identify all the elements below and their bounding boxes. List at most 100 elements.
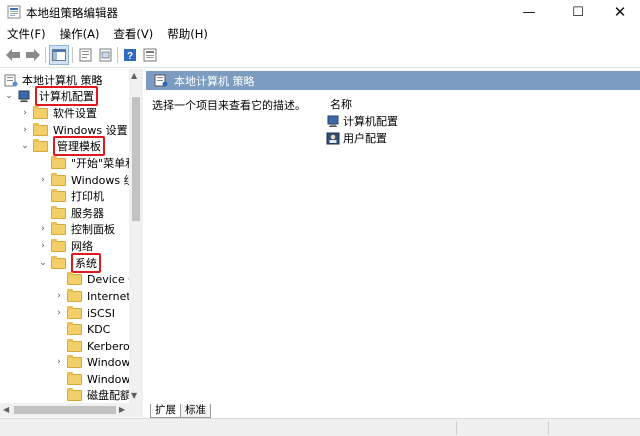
tree-vertical-scrollbar[interactable]: ▲ ▼ xyxy=(129,69,143,404)
menu-view[interactable]: 查看(V) xyxy=(106,24,160,42)
tree-item-computer-config[interactable]: ⌄ 计算机配置 xyxy=(4,86,98,106)
folder-icon xyxy=(67,288,82,302)
menu-bar: 文件(F) 操作(A) 查看(V) 帮助(H) xyxy=(0,24,640,42)
menu-help[interactable]: 帮助(H) xyxy=(160,24,215,42)
chevron-right-icon[interactable]: › xyxy=(54,288,64,304)
folder-icon xyxy=(51,172,66,186)
status-divider xyxy=(548,421,549,435)
folder-icon xyxy=(51,205,66,219)
chevron-down-icon[interactable]: ⌄ xyxy=(38,255,48,271)
folder-icon xyxy=(67,305,82,319)
folder-icon xyxy=(67,387,82,401)
status-divider xyxy=(456,421,457,435)
tree-item-printers[interactable]: 打印机 xyxy=(51,188,104,204)
chevron-right-icon[interactable]: › xyxy=(20,122,30,138)
tree-item-label: 控制面板 xyxy=(71,223,115,236)
chevron-right-icon[interactable]: › xyxy=(38,238,48,254)
scroll-up-arrow-icon[interactable]: ▲ xyxy=(131,71,137,80)
tree-item-system[interactable]: ⌄ 系统 xyxy=(38,253,101,273)
back-button[interactable] xyxy=(3,45,23,65)
tree-item-label: iSCSI xyxy=(87,306,115,320)
folder-icon xyxy=(33,122,48,136)
scroll-down-arrow-icon[interactable]: ▼ xyxy=(131,391,137,400)
menu-action[interactable]: 操作(A) xyxy=(53,24,107,42)
tree-item-disk-quota[interactable]: 磁盘配额 xyxy=(67,387,131,403)
help-button[interactable]: ? xyxy=(120,45,140,65)
tree-item-windows-1[interactable]: › Windows xyxy=(54,354,136,370)
tree-item-iscsi[interactable]: › iSCSI xyxy=(54,305,115,321)
tab-extended[interactable]: 扩展 xyxy=(150,404,181,418)
chevron-right-icon[interactable]: › xyxy=(20,105,30,121)
tree-item-software-settings[interactable]: › 软件设置 xyxy=(20,105,97,121)
tree-item-windows-2[interactable]: Windows xyxy=(67,371,136,387)
tree-item-control-panel[interactable]: › 控制面板 xyxy=(38,221,115,237)
tree-item-admin-templates[interactable]: ⌄ 管理模板 xyxy=(20,136,105,156)
list-item-label: 计算机配置 xyxy=(343,115,398,128)
properties-button[interactable] xyxy=(76,45,96,65)
status-bar xyxy=(0,418,640,436)
menu-file[interactable]: 文件(F) xyxy=(0,24,53,42)
folder-icon xyxy=(51,238,66,252)
tree-item-label: KDC xyxy=(87,322,111,336)
tree-item-network[interactable]: › 网络 xyxy=(38,238,93,254)
filter-button[interactable] xyxy=(140,45,160,65)
chevron-down-icon[interactable]: ⌄ xyxy=(20,138,30,154)
view-tabs: 扩展 标准 xyxy=(146,404,640,418)
properties-icon xyxy=(79,48,92,62)
folder-icon xyxy=(51,188,66,202)
scroll-right-arrow-icon[interactable]: ▶ xyxy=(119,405,125,414)
tree-item-label: 网络 xyxy=(71,240,93,253)
toolbar: ? xyxy=(0,42,640,68)
folder-icon xyxy=(51,255,66,269)
gpedit-app-icon xyxy=(7,5,21,19)
maximize-button[interactable]: ☐ xyxy=(555,0,601,24)
window-title: 本地组策略编辑器 xyxy=(26,6,118,20)
svg-text:?: ? xyxy=(127,51,133,62)
chevron-right-icon[interactable]: › xyxy=(54,354,64,370)
list-item-label: 用户配置 xyxy=(343,132,387,145)
description-text: 选择一个项目来查看它的描述。 xyxy=(152,99,306,112)
computer-icon xyxy=(18,90,30,102)
title-bar: 本地组策略编辑器 — ☐ ✕ xyxy=(0,0,640,24)
minimize-button[interactable]: — xyxy=(506,0,552,24)
column-header-name[interactable]: 名称 xyxy=(330,96,352,112)
folder-icon xyxy=(67,354,82,368)
folder-icon xyxy=(67,371,82,385)
folder-icon xyxy=(33,105,48,119)
chevron-right-icon[interactable]: › xyxy=(38,172,48,188)
chevron-right-icon[interactable]: › xyxy=(54,305,64,321)
folder-icon xyxy=(33,138,48,152)
scroll-left-arrow-icon[interactable]: ◀ xyxy=(3,405,9,414)
folder-icon xyxy=(67,321,82,335)
show-hide-tree-button[interactable] xyxy=(49,45,69,65)
tree-item-windows-components[interactable]: › Windows 组件 xyxy=(38,172,142,188)
folder-icon xyxy=(67,271,82,285)
scroll-thumb[interactable] xyxy=(14,406,116,414)
close-button[interactable]: ✕ xyxy=(597,0,640,24)
export-list-icon xyxy=(99,48,112,62)
tree-item-label: 软件设置 xyxy=(53,107,97,120)
forward-arrow-icon xyxy=(26,49,40,61)
details-header: 本地计算机 策略 xyxy=(146,71,640,90)
list-item-computer-config[interactable]: 计算机配置 xyxy=(326,113,398,129)
tree-item-label: 打印机 xyxy=(71,190,104,203)
tab-standard[interactable]: 标准 xyxy=(180,404,211,418)
tree-horizontal-scrollbar[interactable]: ◀ ▶ xyxy=(0,403,143,417)
filter-icon xyxy=(143,48,157,62)
help-icon: ? xyxy=(124,49,136,62)
policy-document-icon xyxy=(4,74,18,86)
tree-item-label: 管理模板 xyxy=(53,136,105,156)
forward-button[interactable] xyxy=(23,45,43,65)
list-item-user-config[interactable]: 用户配置 xyxy=(326,130,387,146)
tree-pane: 本地计算机 策略 ⌄ 计算机配置 › 软件设置 › Windows 设置 ⌄ 管… xyxy=(0,69,143,417)
tree-item-server[interactable]: 服务器 xyxy=(51,205,104,221)
policy-document-icon xyxy=(154,74,168,87)
export-list-button[interactable] xyxy=(96,45,116,65)
chevron-right-icon[interactable]: › xyxy=(38,221,48,237)
tree-item-kerberos[interactable]: Kerberos xyxy=(67,338,135,354)
scroll-thumb[interactable] xyxy=(132,97,140,221)
tree-item-kdc[interactable]: KDC xyxy=(67,321,110,337)
chevron-down-icon[interactable]: ⌄ xyxy=(4,88,14,104)
user-config-icon xyxy=(326,132,340,144)
folder-icon xyxy=(51,155,66,169)
